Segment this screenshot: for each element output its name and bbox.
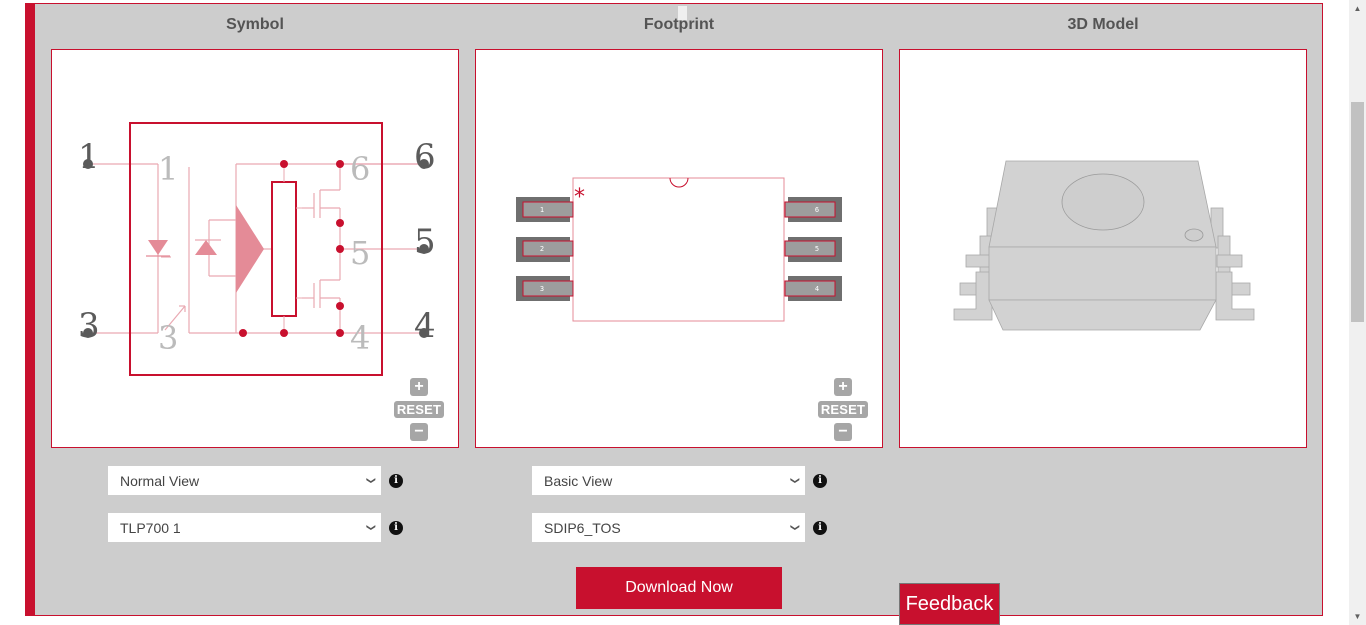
- info-icon[interactable]: i: [813, 520, 827, 535]
- download-now-button[interactable]: Download Now: [576, 567, 782, 609]
- scroll-up-arrow-icon[interactable]: ▲: [1349, 0, 1366, 17]
- pad-2-label: 2: [540, 245, 544, 253]
- zoom-in-button[interactable]: +: [834, 378, 852, 396]
- symbol-zoom-controls: + RESET −: [391, 378, 447, 441]
- scroll-thumb[interactable]: [1351, 102, 1364, 322]
- footprint-view-select-row: Basic View ❯ i: [532, 466, 827, 495]
- inner-pin-3: 3: [158, 319, 178, 357]
- chevron-down-icon: ❯: [790, 476, 801, 485]
- scroll-down-arrow-icon[interactable]: ▼: [1349, 608, 1366, 625]
- symbol-title: Symbol: [226, 16, 284, 33]
- footprint-zoom-controls: + RESET −: [815, 378, 871, 441]
- info-icon[interactable]: i: [389, 473, 403, 488]
- footprint-package-select[interactable]: SDIP6_TOS ❯: [532, 513, 805, 542]
- symbol-part-select-row: TLP700 1 ❯ i: [108, 513, 403, 542]
- inner-pin-1: 1: [158, 150, 178, 188]
- chevron-down-icon: ❯: [790, 523, 801, 532]
- model3d-title: 3D Model: [1067, 16, 1139, 33]
- info-icon[interactable]: i: [813, 473, 827, 488]
- symbol-view-select-row: Normal View ❯ i: [108, 466, 403, 495]
- pin1-marker: *: [574, 185, 585, 210]
- pad-5-label: 5: [815, 245, 819, 253]
- footprint-view-select-value: Basic View: [544, 472, 613, 489]
- model3d-viewer[interactable]: [899, 49, 1307, 448]
- symbol-part-select[interactable]: TLP700 1 ❯: [108, 513, 381, 542]
- left-pads: [516, 197, 574, 301]
- outer-pin-5: 5: [414, 222, 436, 262]
- symbol-view-select-value: Normal View: [120, 472, 200, 489]
- pad-6-label: 6: [815, 206, 819, 214]
- symbol-view-select[interactable]: Normal View ❯: [108, 466, 381, 495]
- outer-pin-1: 1: [78, 137, 100, 177]
- reset-button[interactable]: RESET: [817, 401, 869, 418]
- symbol-part-select-value: TLP700 1: [120, 519, 181, 536]
- symbol-viewer[interactable]: 1 3 6 5 4 1 3 6 5 4 + RESET −: [51, 49, 459, 448]
- model3d-render: [953, 160, 1255, 331]
- chevron-down-icon: ❯: [366, 476, 377, 485]
- zoom-out-button[interactable]: −: [410, 423, 428, 441]
- zoom-in-button[interactable]: +: [410, 378, 428, 396]
- outer-pin-6: 6: [414, 137, 436, 177]
- inner-pin-5: 5: [350, 234, 370, 272]
- pad-4-label: 4: [815, 285, 819, 293]
- outer-pin-3: 3: [78, 306, 100, 346]
- zoom-out-button[interactable]: −: [834, 423, 852, 441]
- info-icon[interactable]: i: [389, 520, 403, 535]
- right-pads: [784, 197, 842, 301]
- page-scrollbar[interactable]: ▲ ▼: [1349, 0, 1366, 625]
- footprint-package-select-value: SDIP6_TOS: [544, 519, 621, 536]
- footprint-package-select-row: SDIP6_TOS ❯ i: [532, 513, 827, 542]
- pad-3-label: 3: [540, 285, 544, 293]
- chevron-down-icon: ❯: [366, 523, 377, 532]
- outer-pin-4: 4: [414, 306, 436, 346]
- inner-pin-4: 4: [350, 319, 370, 357]
- inner-pin-6: 6: [350, 150, 370, 188]
- pad-1-label: 1: [540, 206, 544, 214]
- footprint-title: Footprint: [643, 16, 715, 33]
- feedback-button[interactable]: Feedback: [899, 583, 1000, 625]
- footprint-viewer[interactable]: 1 2 3 6 5 4 * + RESET −: [475, 49, 883, 448]
- footprint-view-select[interactable]: Basic View ❯: [532, 466, 805, 495]
- reset-button[interactable]: RESET: [393, 401, 445, 418]
